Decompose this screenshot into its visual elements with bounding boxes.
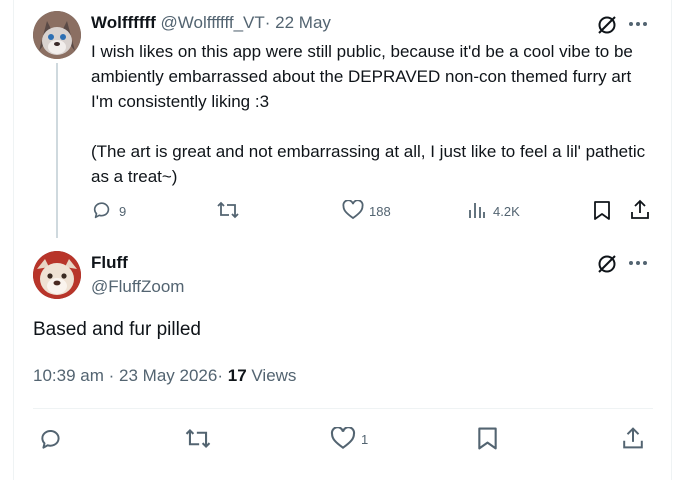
repost-arrows-icon[interactable]	[216, 200, 240, 220]
header-separator: ·	[264, 13, 271, 32]
reply-like-count: 1	[361, 432, 369, 447]
bar-chart-icon[interactable]	[468, 201, 486, 219]
avatar-wolf[interactable]	[33, 11, 81, 59]
meta-separator: ·	[108, 366, 115, 385]
tweet-header: Wolffffff @Wolffffff_VT· 22 May	[91, 13, 331, 33]
reply-bubble-icon[interactable]	[38, 426, 64, 452]
tweet-text: I wish likes on this app were still publ…	[91, 39, 651, 189]
divider	[33, 408, 653, 409]
reply-bubble-icon[interactable]	[91, 199, 113, 221]
tweet-paragraph-1: I wish likes on this app were still publ…	[91, 42, 633, 111]
author-handle[interactable]: @Wolffffff_VT	[161, 13, 265, 32]
views-label: Views	[251, 366, 297, 385]
avatar-fluff[interactable]	[33, 251, 81, 299]
reply-author-handle[interactable]: @FluffZoom	[91, 277, 184, 297]
more-dots-icon[interactable]	[628, 21, 648, 27]
reply-count: 9	[119, 204, 127, 219]
heart-icon[interactable]	[342, 200, 364, 220]
more-dots-icon[interactable]	[628, 260, 648, 266]
reply-date[interactable]: 23 May 2026	[119, 366, 217, 385]
views-count: 17	[227, 366, 247, 385]
reply-author-name[interactable]: Fluff	[91, 253, 128, 273]
like-count: 188	[369, 204, 391, 219]
tweet-paragraph-2: (The art is great and not embarrassing a…	[91, 142, 646, 186]
tweet-date[interactable]: 22 May	[275, 13, 331, 32]
heart-icon[interactable]	[330, 427, 356, 450]
bookmark-icon[interactable]	[477, 426, 498, 451]
reply-text: Based and fur pilled	[33, 319, 201, 340]
share-upload-icon[interactable]	[630, 199, 650, 220]
view-count: 4.2K	[493, 204, 520, 219]
bookmark-icon[interactable]	[593, 200, 611, 221]
reply-time[interactable]: 10:39 am	[33, 366, 104, 385]
meta-separator: ·	[217, 366, 223, 385]
share-upload-icon[interactable]	[622, 426, 644, 450]
reply-meta: 10:39 am · 23 May 2026· 17 Views	[33, 366, 296, 386]
grok-slash-circle-icon[interactable]	[596, 14, 618, 36]
grok-slash-circle-icon[interactable]	[596, 253, 618, 275]
repost-arrows-icon[interactable]	[184, 427, 212, 450]
author-name[interactable]: Wolffffff	[91, 13, 156, 32]
thread-line	[56, 63, 58, 238]
